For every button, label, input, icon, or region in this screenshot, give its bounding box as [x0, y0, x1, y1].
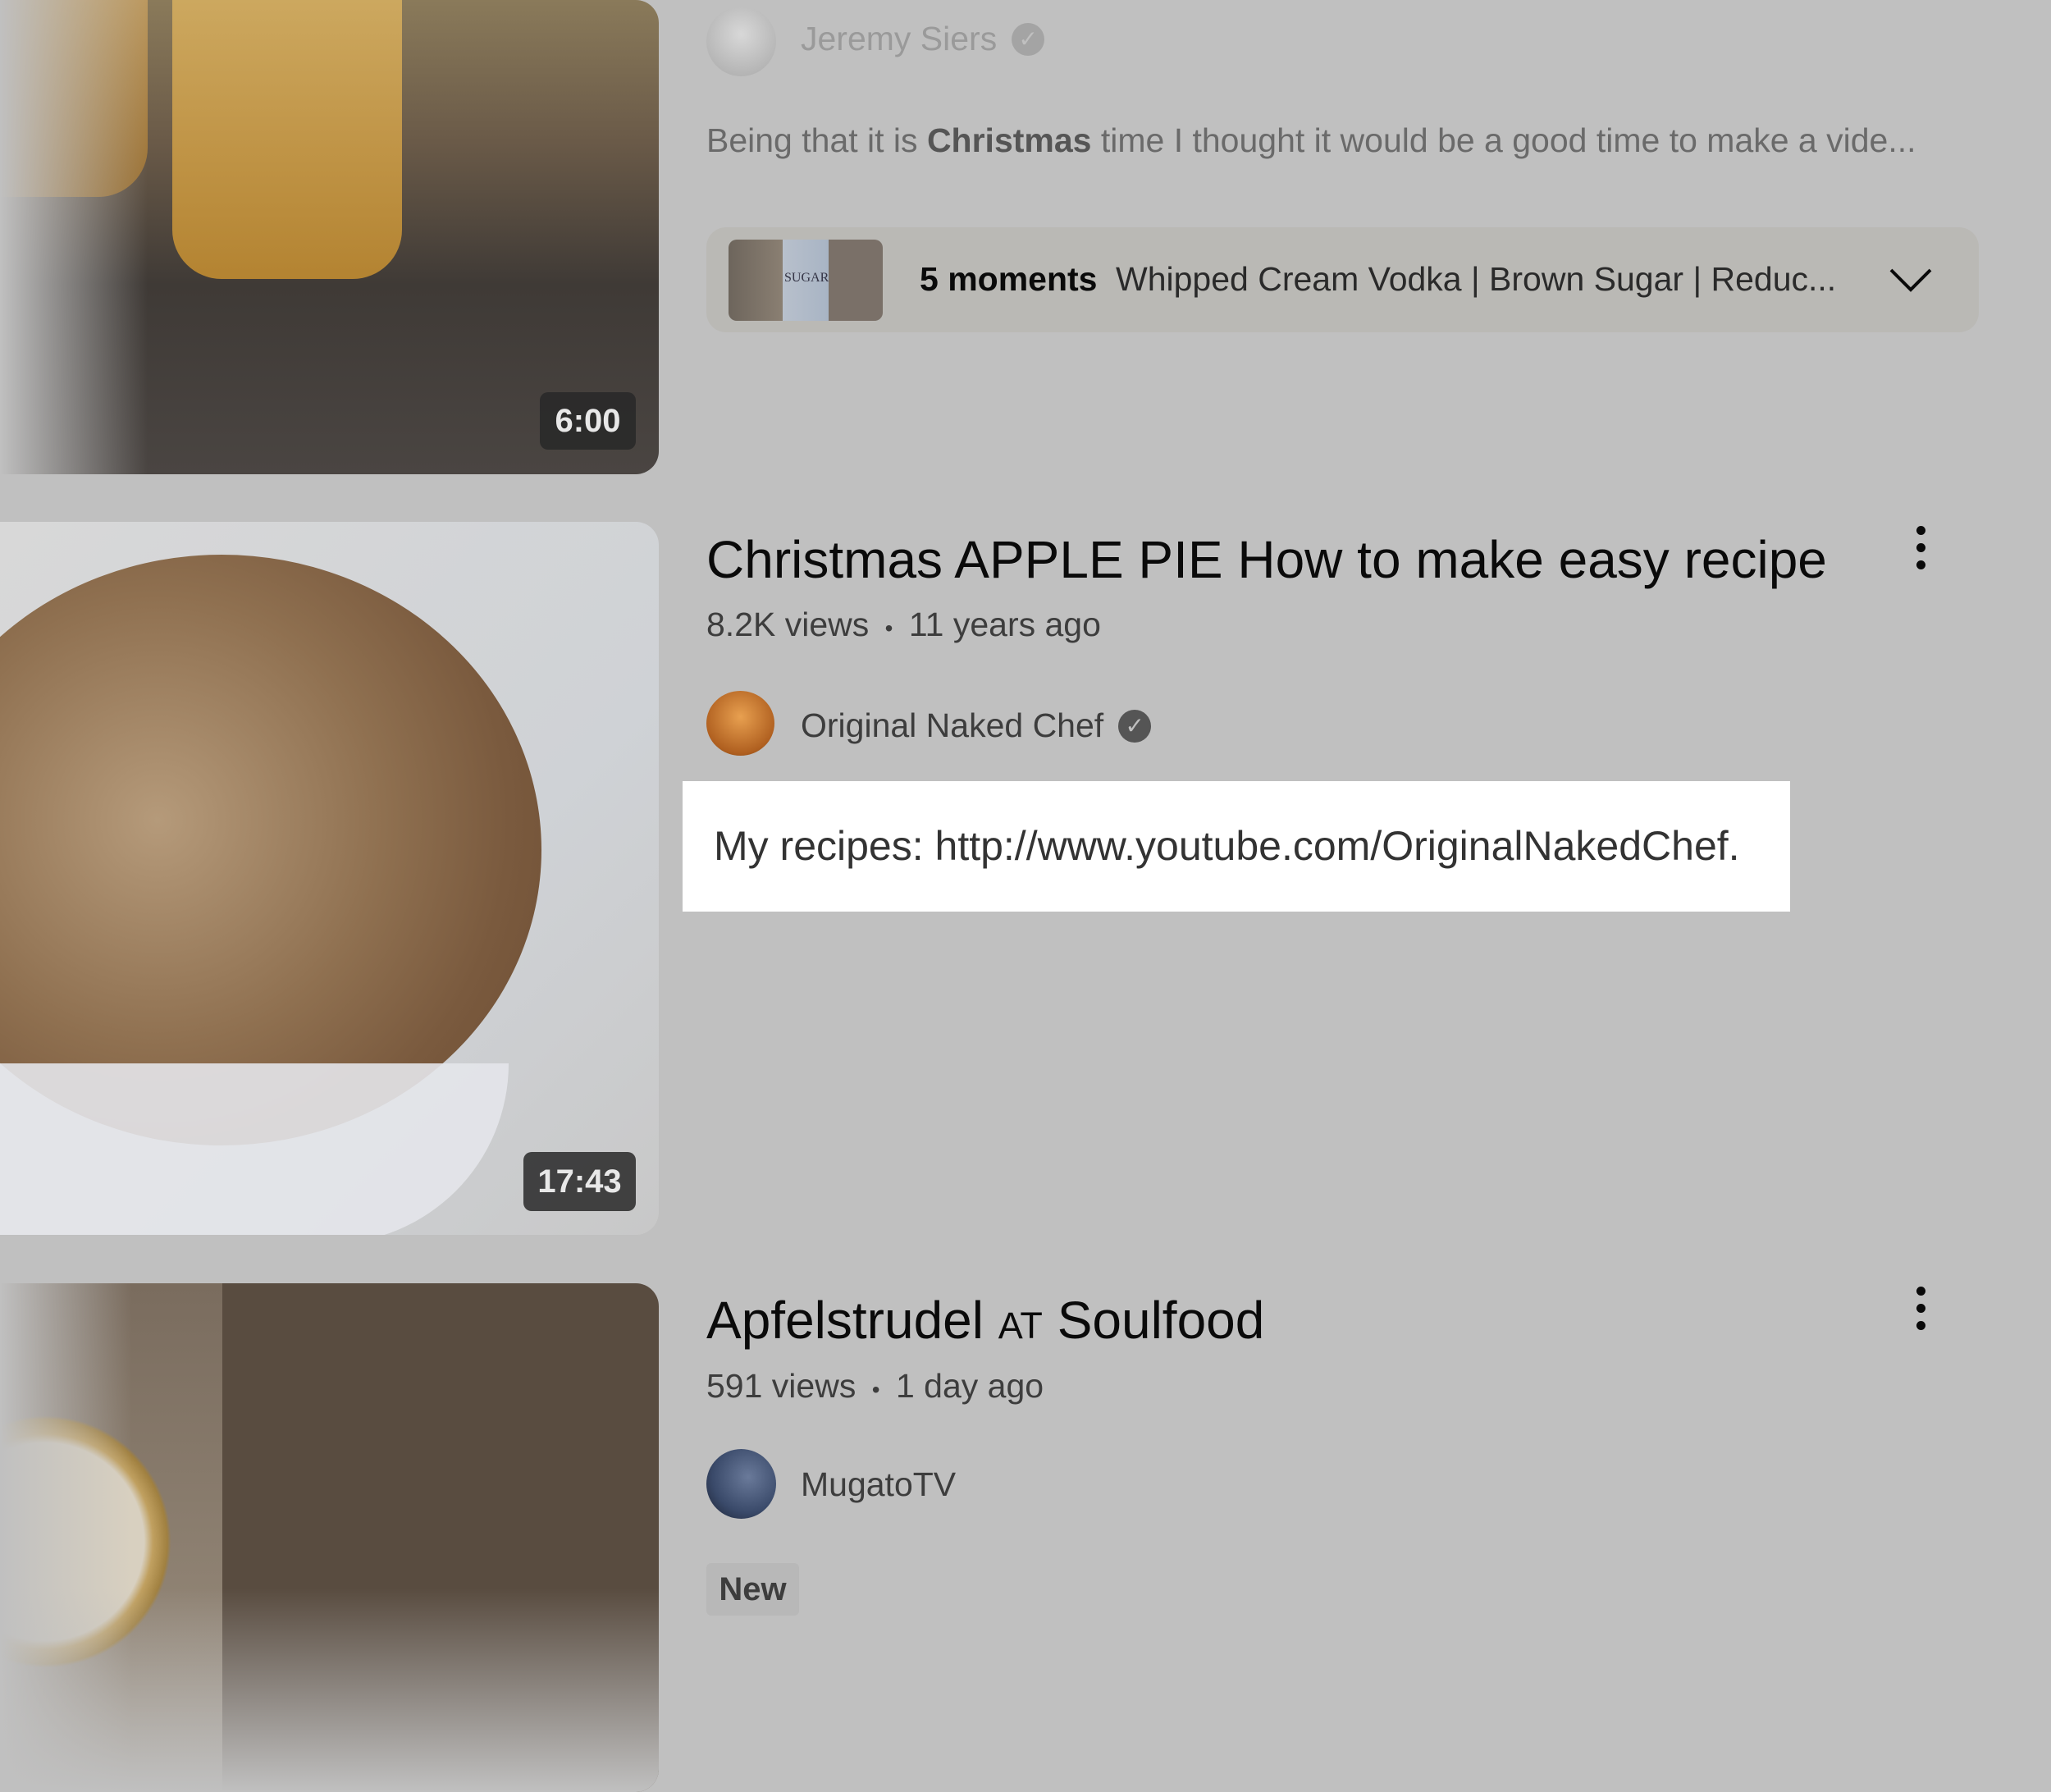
title-text: Soulfood	[1042, 1291, 1265, 1350]
new-badge: New	[706, 1563, 799, 1616]
title-text: Apfelstrudel	[706, 1291, 998, 1350]
new-badge-text: New	[719, 1570, 787, 1607]
title-text: at	[998, 1291, 1043, 1350]
description-highlight-box: My recipes: http://www.youtube.com/Origi…	[683, 781, 1790, 912]
moments-count: 5 moments	[920, 260, 1098, 298]
view-count: 8.2K views	[706, 606, 870, 643]
jar-image	[172, 0, 402, 279]
moment-thumb-text: SUGAR	[784, 271, 829, 285]
channel-name[interactable]: Original Naked Chef ✓	[801, 706, 1152, 745]
video-title[interactable]: Christmas APPLE PIE How to make easy rec…	[706, 529, 1827, 590]
more-options-icon[interactable]	[1908, 1287, 1933, 1330]
video-thumbnail[interactable]: 17:43	[0, 522, 659, 1235]
description-text: time I thought it would be a good time t…	[1091, 121, 1916, 159]
moments-text: Whipped Cream Vodka | Brown Sugar | Redu…	[1116, 260, 1837, 298]
pie-image	[0, 555, 541, 1145]
key-moments-panel[interactable]: SUGAR 5 moments Whipped Cream Vodka | Br…	[706, 227, 1979, 332]
fade	[0, 0, 148, 474]
upload-age: 1 day ago	[895, 1367, 1044, 1405]
channel-name[interactable]: Jeremy Siers ✓	[801, 20, 1045, 58]
video-thumbnail[interactable]: 6:00	[0, 0, 659, 474]
dish-image	[0, 1063, 509, 1235]
video-metadata: 591 views • 1 day ago	[706, 1367, 1044, 1406]
video-description: My recipes: http://www.youtube.com/Origi…	[714, 823, 1740, 869]
video-metadata: 8.2K views • 11 years ago	[706, 606, 1101, 644]
verified-icon: ✓	[1012, 22, 1045, 56]
duration-badge: 6:00	[540, 392, 636, 450]
upload-age: 11 years ago	[908, 606, 1101, 643]
channel-name-text[interactable]: Original Naked Chef	[801, 706, 1103, 745]
channel-avatar[interactable]	[706, 691, 774, 756]
chevron-down-icon[interactable]	[1888, 263, 1934, 296]
channel-name[interactable]: MugatoTV	[801, 1465, 956, 1504]
verified-icon: ✓	[1118, 709, 1152, 743]
channel-avatar[interactable]	[706, 1449, 776, 1519]
description-text: Being that it is	[706, 121, 927, 159]
fade	[0, 1283, 659, 1792]
description-highlight: Christmas	[926, 121, 1092, 159]
more-options-icon[interactable]	[1908, 526, 1933, 569]
video-title[interactable]: Apfelstrudel at Soulfood	[706, 1290, 1264, 1351]
video-thumbnail[interactable]	[0, 1283, 659, 1792]
channel-name-text[interactable]: Jeremy Siers	[801, 20, 997, 58]
separator: •	[884, 615, 893, 641]
separator: •	[871, 1377, 880, 1402]
channel-avatar[interactable]	[706, 7, 776, 76]
view-count: 591 views	[706, 1367, 856, 1405]
channel-name-text[interactable]: MugatoTV	[801, 1465, 956, 1504]
video-description: Being that it is Christmas time I though…	[706, 121, 1916, 160]
duration-badge: 17:43	[523, 1152, 636, 1211]
moment-thumbnail: SUGAR	[729, 240, 883, 321]
